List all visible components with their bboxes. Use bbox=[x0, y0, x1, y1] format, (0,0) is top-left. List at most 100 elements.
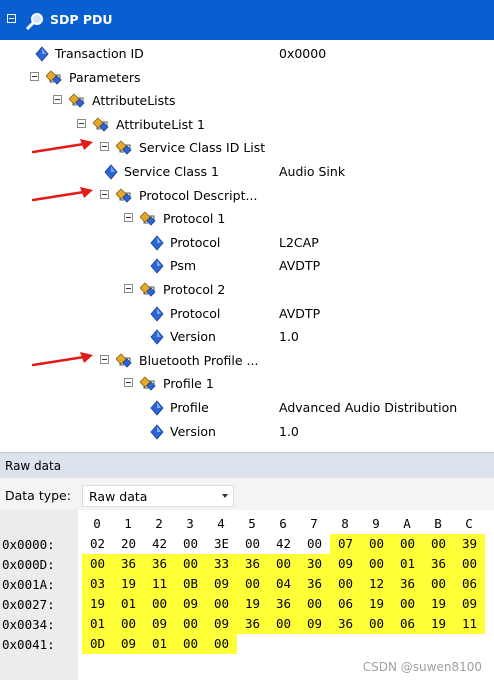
hex-byte[interactable]: 30 bbox=[299, 554, 330, 574]
collapse-icon[interactable] bbox=[100, 189, 109, 199]
collapse-icon[interactable] bbox=[124, 213, 133, 223]
hex-byte[interactable]: 01 bbox=[392, 554, 423, 574]
hex-byte[interactable]: 19 bbox=[237, 594, 268, 614]
tree-item[interactable]: AttributeList 1 bbox=[0, 113, 494, 137]
hex-byte[interactable]: 01 bbox=[144, 634, 175, 654]
hex-byte[interactable]: 01 bbox=[82, 614, 113, 634]
collapse-icon[interactable] bbox=[77, 118, 86, 128]
hex-byte[interactable]: 0D bbox=[82, 634, 113, 654]
hex-byte[interactable]: 00 bbox=[175, 534, 206, 554]
collapse-icon[interactable] bbox=[124, 284, 133, 293]
hex-byte[interactable]: 19 bbox=[423, 594, 454, 614]
tree-item[interactable]: AttributeLists bbox=[0, 89, 494, 113]
hex-byte[interactable]: 00 bbox=[361, 554, 392, 574]
hex-byte[interactable]: 00 bbox=[144, 594, 175, 614]
hex-byte[interactable]: 36 bbox=[268, 594, 299, 614]
hex-byte[interactable]: 39 bbox=[454, 534, 485, 554]
collapse-icon[interactable] bbox=[100, 142, 109, 152]
hex-byte[interactable]: 09 bbox=[175, 594, 206, 614]
hex-byte[interactable]: 00 bbox=[268, 614, 299, 634]
hex-byte[interactable]: 36 bbox=[144, 554, 175, 574]
hex-byte[interactable]: 33 bbox=[206, 554, 237, 574]
hex-byte[interactable]: 04 bbox=[268, 574, 299, 594]
hex-byte[interactable]: 42 bbox=[144, 534, 175, 554]
hex-byte[interactable]: 12 bbox=[361, 574, 392, 594]
hex-byte[interactable]: 11 bbox=[144, 574, 175, 594]
hex-byte[interactable]: 19 bbox=[113, 574, 144, 594]
hex-byte[interactable]: 00 bbox=[299, 594, 330, 614]
collapse-icon[interactable] bbox=[7, 14, 16, 23]
hex-byte[interactable]: 00 bbox=[423, 574, 454, 594]
hex-byte[interactable]: 00 bbox=[423, 534, 454, 554]
tree-item[interactable]: Transaction ID 0x0000 bbox=[0, 42, 494, 66]
hex-byte[interactable]: 01 bbox=[113, 594, 144, 614]
hex-byte[interactable]: 19 bbox=[361, 594, 392, 614]
hex-byte[interactable]: 06 bbox=[330, 594, 361, 614]
tree-root-sdp-pdu[interactable]: SDP PDU bbox=[0, 0, 494, 40]
hex-byte[interactable]: 00 bbox=[454, 554, 485, 574]
hex-byte[interactable]: 42 bbox=[268, 534, 299, 554]
tree-item[interactable]: Profile 1 bbox=[0, 372, 494, 396]
hex-byte[interactable]: 36 bbox=[423, 554, 454, 574]
hex-byte[interactable]: 09 bbox=[330, 554, 361, 574]
tree-item[interactable]: Service Class ID List bbox=[0, 136, 494, 160]
hex-byte[interactable]: 00 bbox=[113, 614, 144, 634]
chevron-down-icon[interactable] bbox=[222, 494, 228, 498]
hex-byte[interactable]: 0B bbox=[175, 574, 206, 594]
data-type-select[interactable]: Raw data bbox=[82, 485, 234, 507]
collapse-icon[interactable] bbox=[53, 95, 62, 105]
tree-item[interactable]: Version 1.0 bbox=[0, 325, 494, 349]
tree-item[interactable]: Protocol L2CAP bbox=[0, 231, 494, 255]
hex-byte[interactable]: 07 bbox=[330, 534, 361, 554]
hex-byte[interactable]: 11 bbox=[454, 614, 485, 634]
hex-byte[interactable]: 09 bbox=[454, 594, 485, 614]
hex-byte[interactable]: 03 bbox=[82, 574, 113, 594]
hex-byte[interactable]: 00 bbox=[299, 534, 330, 554]
hex-byte[interactable]: 00 bbox=[237, 534, 268, 554]
tree-item[interactable]: Profile Advanced Audio Distribution bbox=[0, 396, 494, 420]
tree-item[interactable]: Protocol 2 bbox=[0, 278, 494, 302]
hex-byte[interactable]: 00 bbox=[361, 534, 392, 554]
hex-byte[interactable]: 09 bbox=[206, 614, 237, 634]
tree-item[interactable]: Psm AVDTP bbox=[0, 254, 494, 278]
hex-byte[interactable]: 20 bbox=[113, 534, 144, 554]
hex-byte[interactable]: 00 bbox=[206, 634, 237, 654]
tree-item[interactable]: Parameters bbox=[0, 66, 494, 90]
hex-byte[interactable]: 00 bbox=[206, 594, 237, 614]
hex-byte[interactable]: 00 bbox=[392, 534, 423, 554]
hex-byte[interactable]: 00 bbox=[237, 574, 268, 594]
hex-byte[interactable]: 00 bbox=[82, 554, 113, 574]
hex-byte[interactable]: 02 bbox=[82, 534, 113, 554]
hex-byte[interactable]: 36 bbox=[299, 574, 330, 594]
collapse-icon[interactable] bbox=[100, 354, 109, 364]
hex-byte[interactable]: 06 bbox=[454, 574, 485, 594]
tree-item[interactable]: Version 1.0 bbox=[0, 420, 494, 444]
hex-byte[interactable]: 19 bbox=[423, 614, 454, 634]
hex-byte[interactable]: 00 bbox=[268, 554, 299, 574]
hex-byte[interactable]: 00 bbox=[175, 614, 206, 634]
hex-byte[interactable]: 00 bbox=[392, 594, 423, 614]
tree-item[interactable]: Protocol Descript... bbox=[0, 184, 494, 208]
hex-byte[interactable]: 36 bbox=[113, 554, 144, 574]
tree-item[interactable]: Service Class 1 Audio Sink bbox=[0, 160, 494, 184]
hex-byte[interactable]: 09 bbox=[299, 614, 330, 634]
hex-byte[interactable]: 3E bbox=[206, 534, 237, 554]
hex-byte[interactable]: 09 bbox=[113, 634, 144, 654]
hex-byte[interactable]: 00 bbox=[330, 574, 361, 594]
hex-byte[interactable]: 36 bbox=[330, 614, 361, 634]
hex-byte[interactable]: 00 bbox=[175, 554, 206, 574]
tree-item[interactable]: Protocol 1 bbox=[0, 207, 494, 231]
collapse-icon[interactable] bbox=[124, 378, 133, 388]
hex-byte[interactable]: 36 bbox=[392, 574, 423, 594]
hex-byte[interactable]: 36 bbox=[237, 614, 268, 634]
hex-byte[interactable]: 00 bbox=[175, 634, 206, 654]
hex-byte[interactable]: 09 bbox=[206, 574, 237, 594]
hex-byte[interactable]: 19 bbox=[82, 594, 113, 614]
hex-byte[interactable]: 36 bbox=[237, 554, 268, 574]
hex-byte[interactable]: 09 bbox=[144, 614, 175, 634]
hex-byte[interactable]: 00 bbox=[361, 614, 392, 634]
tree-item[interactable]: Protocol AVDTP bbox=[0, 302, 494, 326]
tree-item[interactable]: Bluetooth Profile ... bbox=[0, 349, 494, 373]
hex-byte[interactable]: 06 bbox=[392, 614, 423, 634]
collapse-icon[interactable] bbox=[30, 71, 39, 81]
